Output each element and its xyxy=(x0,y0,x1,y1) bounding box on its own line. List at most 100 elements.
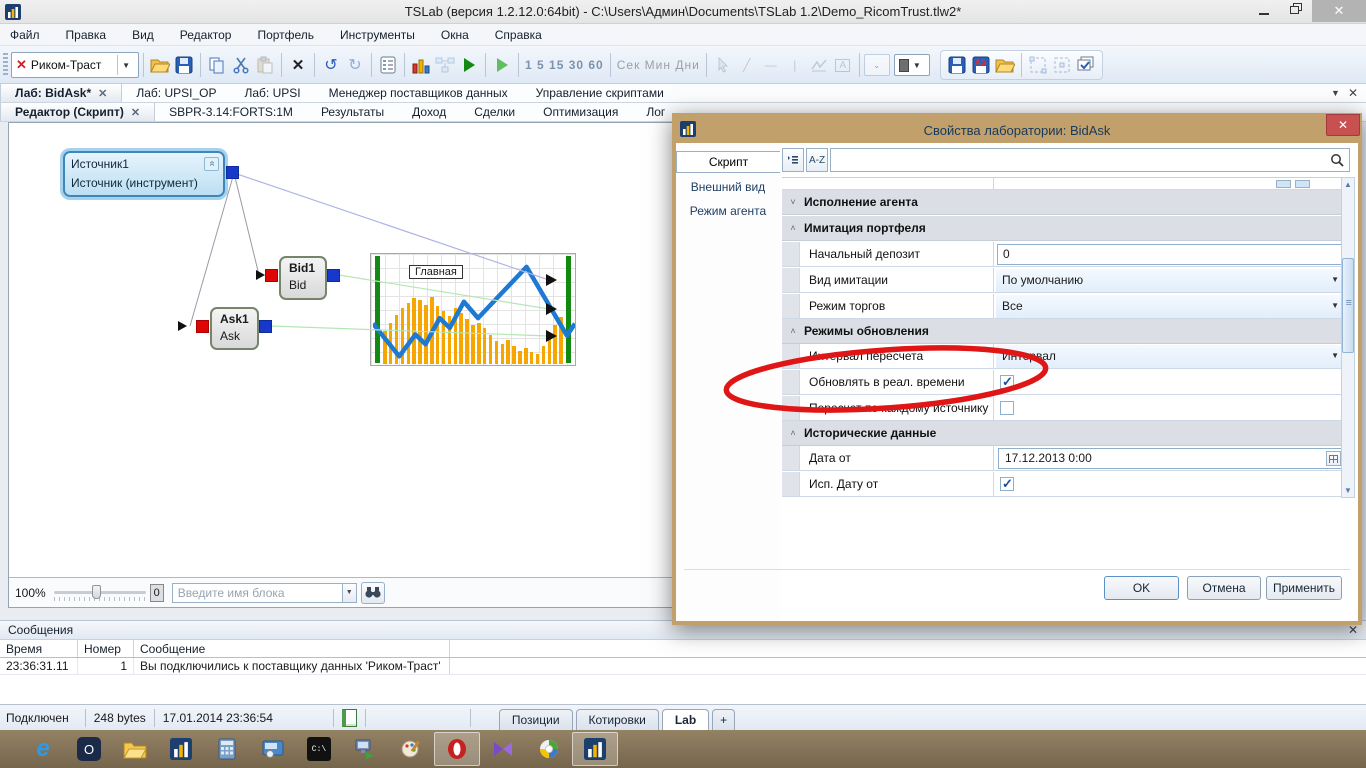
collapse-icon[interactable]: » xyxy=(204,157,219,171)
tab-instrument[interactable]: SBPR-3.14:FORTS:1M xyxy=(155,103,307,121)
copy-button[interactable] xyxy=(205,52,229,78)
taskbar-browser-sphere-icon[interactable] xyxy=(526,732,572,766)
taskbar-opera-icon[interactable] xyxy=(434,732,480,766)
broker-dropdown-icon[interactable]: ▼ xyxy=(118,61,134,70)
properties-button[interactable] xyxy=(376,52,400,78)
block-ask[interactable]: Ask1 Ask xyxy=(210,307,259,350)
restore-button[interactable] xyxy=(1280,0,1308,22)
chart-panel-preview[interactable]: Главная xyxy=(370,253,576,366)
tab-profit[interactable]: Доход xyxy=(398,103,460,121)
find-block-button[interactable] xyxy=(360,581,385,604)
ask-output-port[interactable] xyxy=(259,320,272,333)
menu-edit[interactable]: Правка xyxy=(66,28,107,42)
taskbar-cmd-icon[interactable]: C:\ xyxy=(296,732,342,766)
property-grid-scrollbar[interactable]: ▲ ▼ xyxy=(1341,177,1355,498)
scroll-up-icon[interactable]: ▲ xyxy=(1342,178,1354,191)
ok-button[interactable]: OK xyxy=(1104,576,1179,600)
tab-lab-bidask[interactable]: Лаб: BidAsk* ✕ xyxy=(0,84,123,102)
dialog-close-button[interactable]: ✕ xyxy=(1326,114,1360,136)
redo-button[interactable]: ↻ xyxy=(343,52,367,78)
imitation-type-dropdown[interactable]: По умолчанию xyxy=(996,268,1346,292)
save-button[interactable] xyxy=(172,52,196,78)
minimize-button[interactable] xyxy=(1250,0,1278,22)
menu-editor[interactable]: Редактор xyxy=(180,28,232,42)
date-from-input[interactable]: 17.12.2013 0:00 xyxy=(998,447,1344,469)
run-step-button[interactable] xyxy=(490,52,514,78)
category-portfolio-imitation[interactable]: ˄ Имитация портфеля xyxy=(782,216,1347,241)
text-tool[interactable]: A xyxy=(831,52,855,78)
chart-view-button[interactable] xyxy=(409,52,433,78)
taskbar-tslab-active-icon[interactable] xyxy=(572,732,618,766)
bid-input-port[interactable] xyxy=(265,269,278,282)
cursor-tool[interactable] xyxy=(711,52,735,78)
tab-data-providers[interactable]: Менеджер поставщиков данных xyxy=(315,84,522,102)
menu-tools[interactable]: Инструменты xyxy=(340,28,415,42)
tab-script-manager[interactable]: Управление скриптами xyxy=(522,84,678,102)
taskbar-paint-icon[interactable] xyxy=(388,732,434,766)
tab-optimization[interactable]: Оптимизация xyxy=(529,103,632,121)
tab-lab-upsi-op[interactable]: Лаб: UPSI_OP xyxy=(122,84,230,102)
col-time[interactable]: Время xyxy=(0,640,78,657)
use-date-from-checkbox[interactable] xyxy=(1000,476,1014,492)
tab-close-icon[interactable]: ✕ xyxy=(131,106,140,119)
block-source[interactable]: Источник1 Источник (инструмент) » xyxy=(63,151,225,197)
select-region-button[interactable] xyxy=(1026,52,1050,78)
col-number[interactable]: Номер xyxy=(78,640,134,657)
menu-portfolio[interactable]: Портфель xyxy=(257,28,314,42)
taskbar-calculator-icon[interactable] xyxy=(204,732,250,766)
zoom-slider-thumb[interactable] xyxy=(91,584,101,599)
side-tab-agent-mode[interactable]: Режим агента xyxy=(676,200,780,222)
recalc-interval-dropdown[interactable]: Интервал xyxy=(996,344,1346,368)
dialog-titlebar[interactable]: Свойства лаборатории: BidAsk ✕ xyxy=(676,114,1360,143)
vline-tool[interactable]: | xyxy=(783,52,807,78)
category-agent-execution[interactable]: ˅ Исполнение агента xyxy=(782,190,1347,215)
menu-help[interactable]: Справка xyxy=(495,28,542,42)
cancel-button[interactable]: Отмена xyxy=(1187,576,1261,600)
add-desktop-tab-button[interactable]: + xyxy=(712,708,736,730)
log-notebook-icon[interactable] xyxy=(341,708,357,727)
menu-file[interactable]: Файл xyxy=(10,28,40,42)
tab-results[interactable]: Результаты xyxy=(307,103,398,121)
menu-windows[interactable]: Окна xyxy=(441,28,469,42)
cut-button[interactable] xyxy=(229,52,253,78)
tab-script-editor[interactable]: Редактор (Скрипт) ✕ xyxy=(0,103,156,121)
source-output-port[interactable] xyxy=(226,166,239,179)
desktop-tab-positions[interactable]: Позиции xyxy=(498,708,573,730)
menu-view[interactable]: Вид xyxy=(132,28,154,42)
zoom-slider[interactable] xyxy=(53,584,146,601)
block-search-input[interactable] xyxy=(171,582,342,603)
alphabetical-view-button[interactable]: A-Z xyxy=(806,148,828,172)
save-as-button[interactable]: AS xyxy=(969,52,993,78)
taskbar-tslab-chart-icon[interactable] xyxy=(158,732,204,766)
realtime-update-checkbox[interactable] xyxy=(1000,374,1014,390)
color-picker[interactable]: ▼ xyxy=(893,54,930,76)
calendar-icon[interactable] xyxy=(1326,450,1341,466)
taskbar-explorer-icon[interactable] xyxy=(112,732,158,766)
tab-lab-upsi[interactable]: Лаб: UPSI xyxy=(230,84,314,102)
tab-close-icon[interactable]: ✕ xyxy=(98,87,107,100)
category-update-modes[interactable]: ˄ Режимы обновления xyxy=(782,319,1347,344)
delete-button[interactable]: ✕ xyxy=(286,52,310,78)
windows-check-button[interactable] xyxy=(1074,52,1098,78)
scrollbar-thumb[interactable] xyxy=(1342,258,1354,353)
select-all-button[interactable] xyxy=(1050,52,1074,78)
block-bid[interactable]: Bid1 Bid xyxy=(279,256,327,300)
categorized-view-button[interactable] xyxy=(782,148,804,172)
run-button[interactable] xyxy=(457,52,481,78)
save-layout-button[interactable] xyxy=(945,52,969,78)
property-search-input[interactable] xyxy=(830,148,1350,172)
undo-button[interactable]: ↺ xyxy=(319,52,343,78)
side-tab-script[interactable]: Скрипт xyxy=(676,151,780,173)
message-row[interactable]: 23:36:31.11 1 Вы подключились к поставщи… xyxy=(0,658,1366,675)
apply-button[interactable]: Применить xyxy=(1266,576,1342,600)
open-layout-button[interactable] xyxy=(993,52,1017,78)
col-message[interactable]: Сообщение xyxy=(134,640,450,657)
taskbar-remote-pc-icon[interactable] xyxy=(342,732,388,766)
tab-list-icon[interactable]: ▼ xyxy=(1331,88,1340,98)
taskbar-media-player-icon[interactable] xyxy=(480,732,526,766)
scroll-down-icon[interactable]: ▼ xyxy=(1342,484,1354,497)
timeframe-units[interactable]: Сек Мин Дни xyxy=(615,52,702,78)
taskbar-display-icon[interactable] xyxy=(250,732,296,766)
taskbar-opera-mini-icon[interactable]: O xyxy=(66,732,112,766)
close-button[interactable]: ✕ xyxy=(1312,0,1366,22)
